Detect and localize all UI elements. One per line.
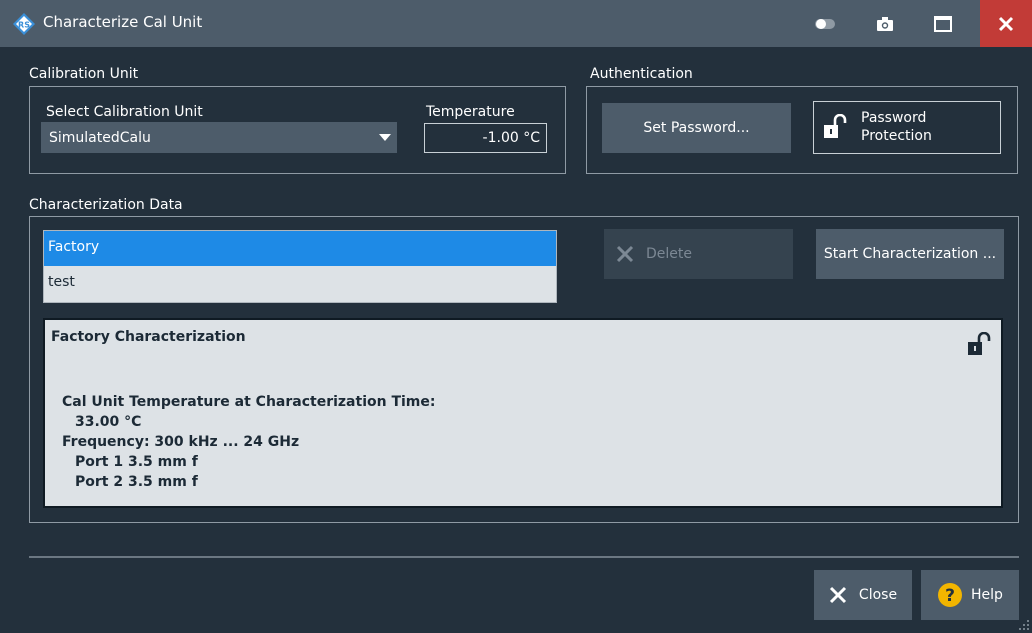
close-icon <box>998 16 1014 31</box>
calibration-unit-select[interactable]: SimulatedCalu <box>41 122 397 153</box>
unlocked-padlock-icon <box>968 332 991 355</box>
characterization-list[interactable]: Factory test <box>43 230 557 303</box>
details-heading: Factory Characterization <box>51 329 246 345</box>
delete-label: Delete <box>646 246 692 262</box>
list-item-factory[interactable]: Factory <box>44 231 556 266</box>
window-close-button[interactable] <box>980 0 1032 47</box>
details-temperature-value: 33.00 °C <box>75 414 142 430</box>
temperature-label: Temperature <box>426 104 515 120</box>
help-label: Help <box>971 587 1003 603</box>
help-icon: ? <box>938 583 963 607</box>
camera-icon <box>877 16 893 31</box>
authentication-group-title: Authentication <box>590 66 693 82</box>
svg-text:RS: RS <box>18 21 30 30</box>
toggle-button[interactable] <box>810 0 840 47</box>
close-x-icon <box>829 586 846 604</box>
select-calibration-unit-label: Select Calibration Unit <box>46 104 203 120</box>
details-port-2: Port 2 3.5 mm f <box>75 474 198 490</box>
start-characterization-button[interactable]: Start Characterization ... <box>816 229 1004 279</box>
password-protection-button[interactable]: Password Protection <box>813 101 1001 154</box>
set-password-button[interactable]: Set Password... <box>602 103 791 153</box>
characterization-details-panel: Factory Characterization Cal Unit Temper… <box>43 318 1003 508</box>
screenshot-button[interactable] <box>870 0 900 47</box>
resize-grip-icon[interactable] <box>1018 619 1030 631</box>
password-protection-line1: Password <box>861 110 927 126</box>
close-button[interactable]: Close <box>814 570 912 620</box>
details-temperature-label: Cal Unit Temperature at Characterization… <box>62 394 436 410</box>
svg-text:?: ? <box>945 586 955 606</box>
selected-calibration-unit: SimulatedCalu <box>49 129 151 146</box>
temperature-field: -1.00 °C <box>424 123 547 153</box>
maximize-button[interactable] <box>928 0 958 47</box>
footer-separator <box>29 556 1019 558</box>
rohde-schwarz-logo-icon: RS <box>13 13 35 35</box>
unlocked-padlock-icon <box>824 114 847 138</box>
delete-button[interactable]: Delete <box>604 229 793 279</box>
close-label: Close <box>858 587 898 603</box>
title-bar: RS Characterize Cal Unit <box>0 0 1032 47</box>
details-port-1: Port 1 3.5 mm f <box>75 454 198 470</box>
toggle-icon <box>815 18 835 29</box>
password-protection-line2: Protection <box>861 128 932 144</box>
characterization-data-group-title: Characterization Data <box>29 197 183 213</box>
help-button[interactable]: ? Help <box>921 570 1019 620</box>
calibration-unit-group-title: Calibration Unit <box>29 66 139 82</box>
password-protection-label: Password Protection <box>861 109 932 145</box>
delete-x-icon <box>616 245 634 263</box>
details-frequency: Frequency: 300 kHz ... 24 GHz <box>62 434 300 450</box>
window-title: Characterize Cal Unit <box>43 13 203 31</box>
maximize-icon <box>934 15 952 32</box>
dropdown-arrow-icon <box>379 134 391 141</box>
list-item-test[interactable]: test <box>44 266 556 301</box>
